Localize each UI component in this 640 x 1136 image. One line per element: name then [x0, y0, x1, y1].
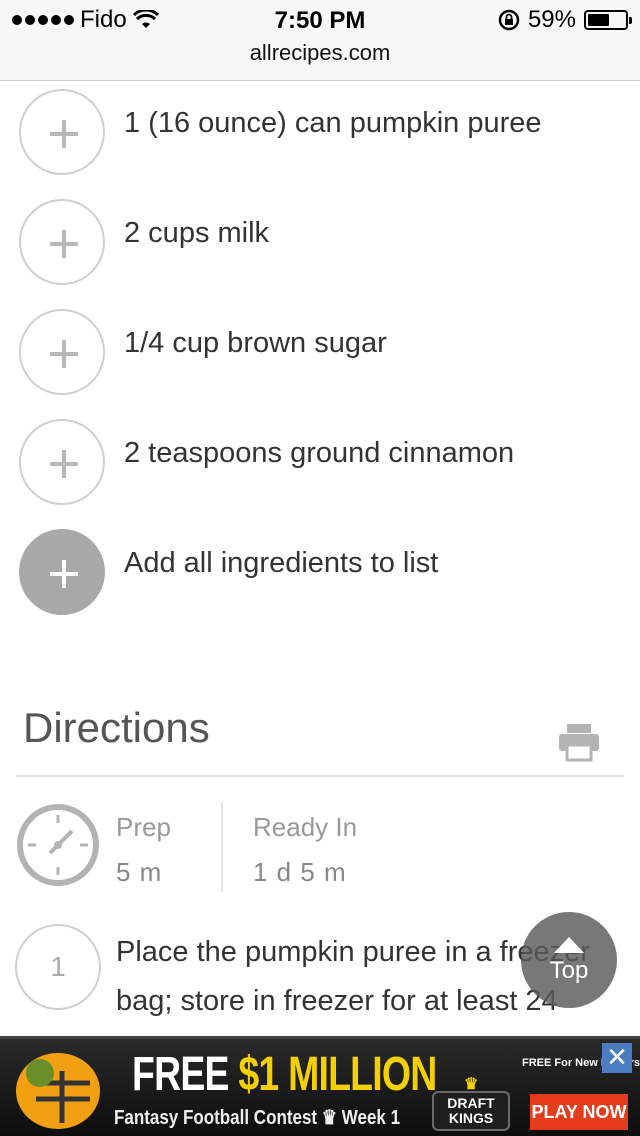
top-label: Top: [549, 957, 589, 984]
ingredient-text: 2 teaspoons ground cinnamon: [124, 437, 515, 469]
ingredient-text: 1 (16 ounce) can pumpkin puree: [124, 107, 542, 139]
ready-in-time: Ready In 1 d 5 m: [253, 812, 357, 888]
step-number: 1: [15, 924, 101, 1010]
play-now-button[interactable]: PLAY NOW: [530, 1094, 628, 1130]
add-ingredient-button[interactable]: [19, 309, 105, 395]
orientation-lock-icon: [498, 9, 520, 31]
add-ingredient-button[interactable]: [19, 199, 105, 285]
ingredient-item: 1/4 cup brown sugar: [0, 308, 640, 398]
section-divider: [16, 775, 624, 777]
ad-subline: Fantasy Football Contest ♛ Week 1: [114, 1107, 401, 1129]
time-divider: [221, 802, 223, 892]
crown-icon: ♛: [464, 1076, 479, 1093]
directions-heading: Directions: [23, 704, 210, 751]
ingredient-text: 1/4 cup brown sugar: [124, 327, 387, 359]
scroll-to-top-button[interactable]: Top: [521, 912, 617, 1008]
status-bar: Fido 7:50 PM 59% allrecipes.com: [0, 0, 640, 81]
prep-time: Prep 5 m: [116, 812, 171, 888]
prep-value: 5 m: [116, 857, 163, 887]
ingredient-text: 2 cups milk: [124, 217, 270, 249]
add-ingredient-button[interactable]: [19, 419, 105, 505]
ad-headline: FREE $1 MILLION: [132, 1047, 437, 1102]
battery-icon: [584, 10, 632, 30]
prep-label: Prep: [116, 812, 171, 842]
add-all-label[interactable]: Add all ingredients to list: [124, 543, 544, 583]
ad-headline-prefix: FREE: [132, 1048, 239, 1101]
draftkings-logo: ♛ DRAFT KINGS: [432, 1077, 510, 1131]
ingredient-item: 2 teaspoons ground cinnamon: [0, 418, 640, 508]
clock-icon: [17, 804, 99, 886]
ad-brand: DRAFT KINGS: [447, 1095, 495, 1126]
address-bar-url[interactable]: allrecipes.com: [0, 40, 640, 66]
print-icon[interactable]: [557, 722, 601, 762]
ready-value: 1 d 5 m: [253, 857, 347, 887]
ingredient-item: 2 cups milk: [0, 198, 640, 288]
add-all-ingredients-row[interactable]: Add all ingredients to list: [0, 528, 640, 618]
close-ad-icon[interactable]: ✕: [602, 1043, 632, 1073]
battery-percent: 59%: [527, 6, 576, 33]
up-arrow-icon: [554, 937, 584, 953]
add-ingredient-button[interactable]: [19, 89, 105, 175]
add-all-button[interactable]: [19, 529, 105, 615]
ingredient-item: 1 (16 ounce) can pumpkin puree: [0, 88, 640, 178]
ad-banner[interactable]: FREE $1 MILLION Fantasy Football Contest…: [0, 1036, 640, 1136]
football-helmet-icon: [16, 1053, 100, 1129]
ad-headline-money: $1 MILLION: [238, 1048, 437, 1101]
ready-label: Ready In: [253, 812, 358, 842]
